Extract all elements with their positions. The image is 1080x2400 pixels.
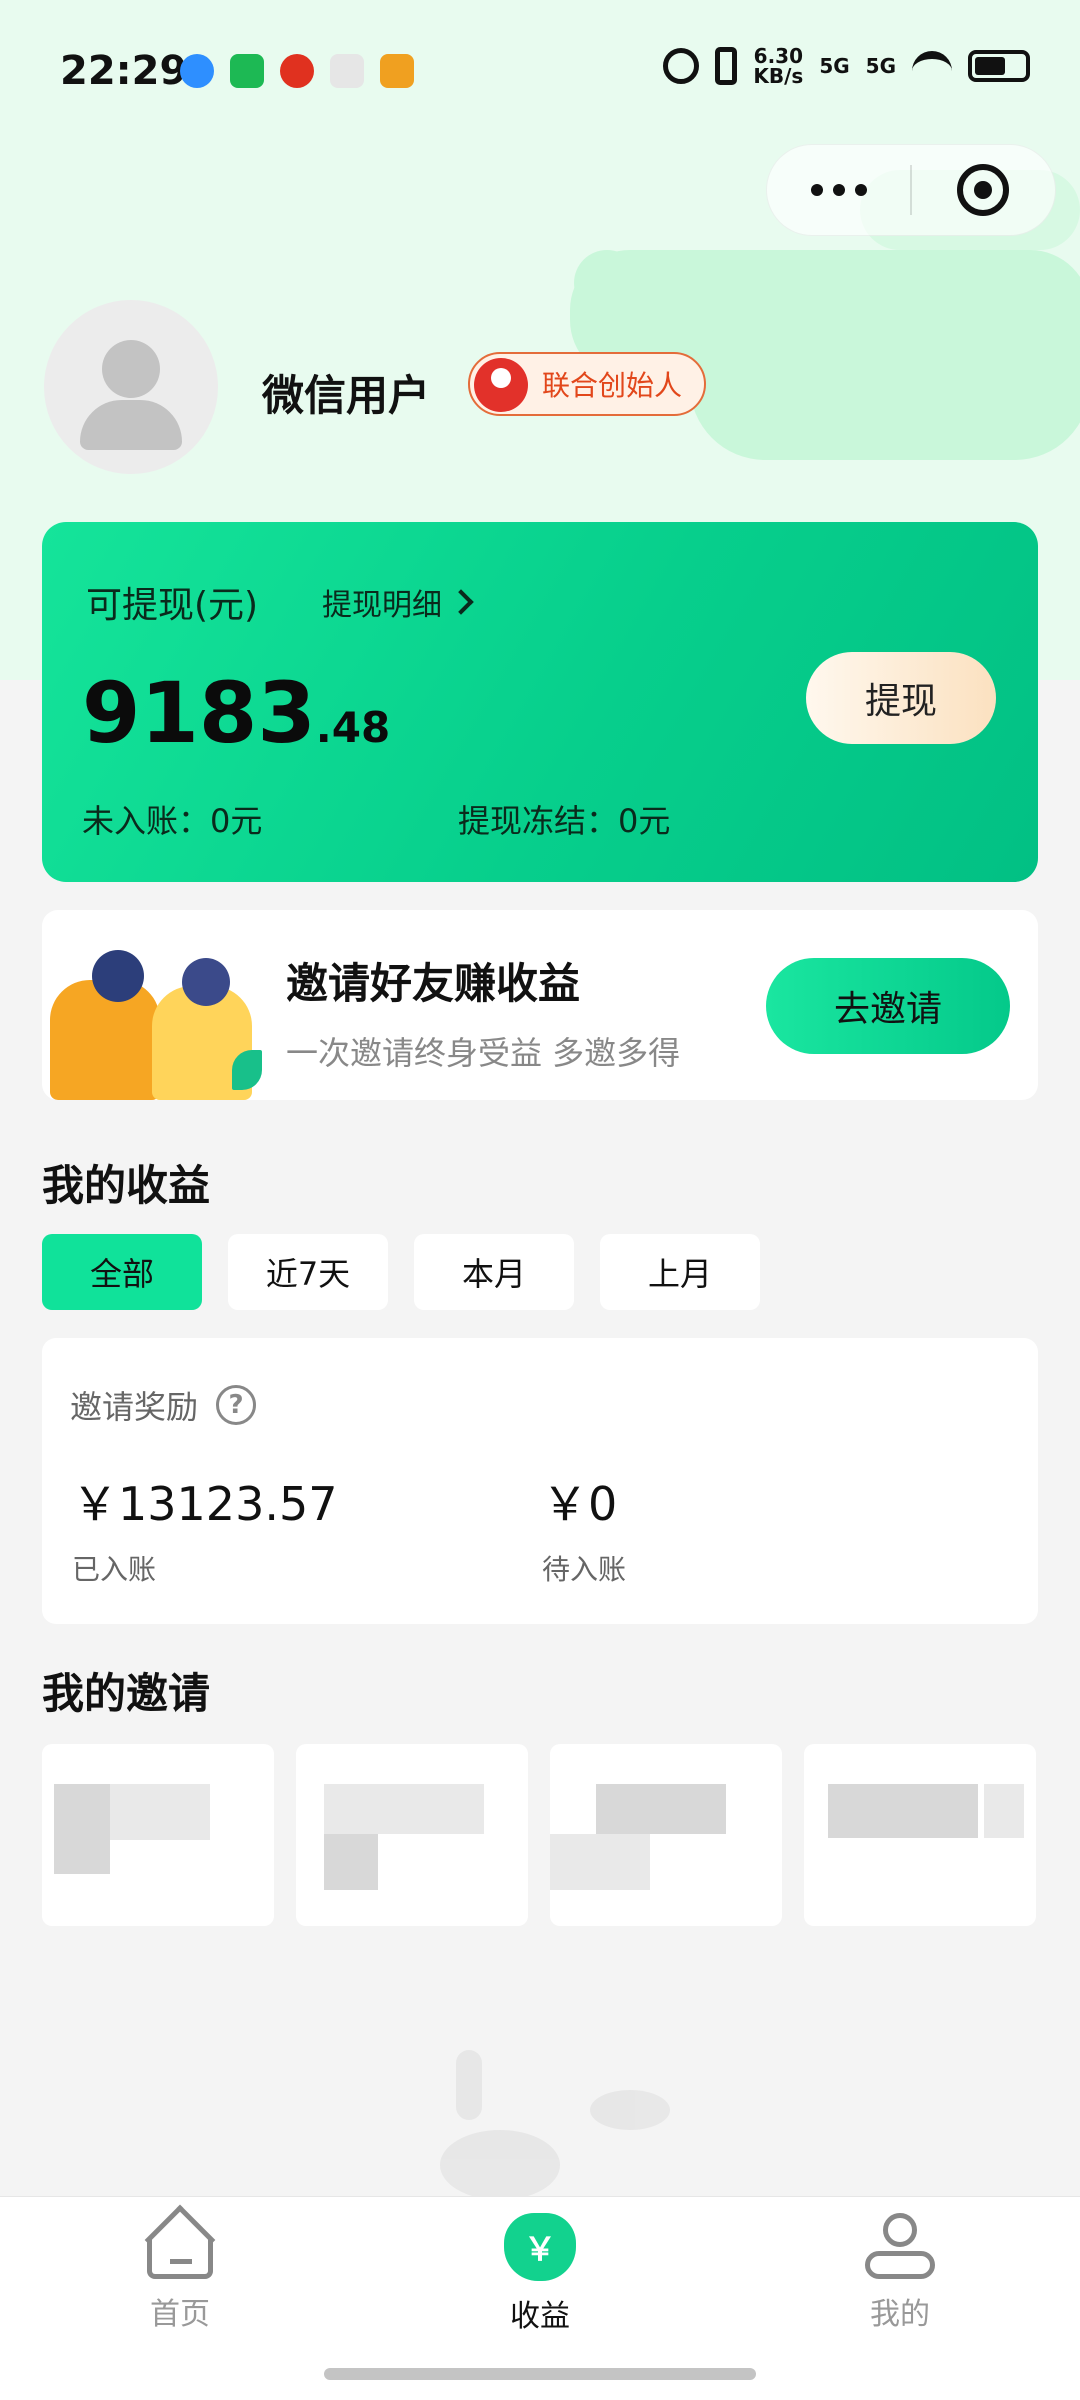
pending-amount: ￥0 <box>542 1477 618 1531</box>
nav-mine[interactable]: 我的 <box>800 2213 1000 2333</box>
app-red-icon <box>280 54 314 88</box>
nav-earnings[interactable]: ￥ 收益 <box>440 2213 640 2335</box>
invite-reward-label: 邀请奖励 <box>70 1388 199 1426</box>
balance-card: 可提现(元) 提现明细 9183.48 提现 未入账：0元 提现冻结：0元 <box>42 522 1038 882</box>
invite-title: 邀请好友赚收益 <box>286 959 581 1008</box>
invite-subtitle: 一次邀请终身受益 多邀多得 <box>286 1034 681 1072</box>
avatar-body <box>80 400 182 450</box>
withdrawable-label: 可提现(元) <box>86 585 259 626</box>
alarm-icon <box>663 48 700 84</box>
frozen-withdrawal: 提现冻结：0元 <box>458 802 671 840</box>
withdrawable-amount: 9183.48 <box>82 664 390 762</box>
invites-section-title: 我的邀请 <box>42 1669 211 1718</box>
nav-home[interactable]: 首页 <box>80 2204 280 2333</box>
tab-last-7-days[interactable]: 近7天 <box>228 1234 388 1310</box>
app-58-icon <box>380 54 414 88</box>
tab-last-month[interactable]: 上月 <box>600 1234 760 1310</box>
invite-reward-card: 邀请奖励 ? ￥13123.57 已入账 ￥0 待入账 <box>42 1338 1038 1624</box>
avatar[interactable] <box>44 300 218 474</box>
vibrate-icon <box>715 47 738 85</box>
invite-banner[interactable]: 邀请好友赚收益 一次邀请终身受益 多邀多得 去邀请 <box>42 910 1038 1100</box>
earnings-filter-tabs: 全部 近7天 本月 上月 <box>42 1234 760 1310</box>
decor-blob <box>574 250 640 316</box>
net-speed: 6.30 KB/s <box>753 46 803 86</box>
wechat-icon <box>230 54 264 88</box>
invite-item[interactable] <box>42 1744 274 1926</box>
home-indicator[interactable] <box>324 2368 756 2380</box>
status-bar: 22:29 6.30 KB/s 5G 5G <box>0 0 1080 140</box>
tab-this-month[interactable]: 本月 <box>414 1234 574 1310</box>
go-invite-button[interactable]: 去邀请 <box>766 958 1010 1054</box>
net-speed-unit: KB/s <box>753 64 804 88</box>
decor-blob <box>690 310 1080 460</box>
amount-decimal: .48 <box>315 703 391 752</box>
invite-illustration <box>42 910 268 1100</box>
founder-badge-icon <box>474 358 528 412</box>
pending-credit: 未入账：0元 <box>82 802 263 840</box>
help-icon[interactable]: ? <box>216 1385 257 1425</box>
withdraw-detail-label: 提现明细 <box>322 588 442 623</box>
invite-reward-title: 邀请奖励 ? <box>70 1382 257 1428</box>
credited-label: 已入账 <box>72 1553 157 1586</box>
nav-earnings-label: 收益 <box>510 2299 570 2334</box>
app-gray-icon <box>330 54 364 88</box>
invite-item[interactable] <box>550 1744 782 1926</box>
home-icon <box>143 2204 217 2279</box>
more-menu-icon[interactable] <box>767 184 910 196</box>
wifi-icon <box>912 51 952 81</box>
amount-integer: 9183 <box>82 664 316 762</box>
net-speed-value: 6.30 <box>753 44 804 68</box>
credited-amount: ￥13123.57 <box>72 1477 338 1531</box>
earnings-section-title: 我的收益 <box>42 1161 211 1210</box>
sim1-label: 5G <box>819 54 850 78</box>
pending-label: 待入账 <box>542 1553 627 1586</box>
withdraw-button[interactable]: 提现 <box>806 652 996 744</box>
money-bag-icon: ￥ <box>504 2213 576 2281</box>
sim1-signal-icon: 5G <box>819 56 849 76</box>
founder-badge: 联合创始人 <box>468 352 707 416</box>
nav-home-label: 首页 <box>150 2297 210 2332</box>
battery-icon <box>968 50 1030 82</box>
invite-item[interactable] <box>804 1744 1036 1926</box>
nav-mine-label: 我的 <box>870 2297 930 2332</box>
withdraw-detail-link[interactable]: 提现明细 <box>322 580 474 624</box>
miniprogram-capsule <box>766 144 1056 236</box>
avatar-head <box>102 340 160 398</box>
invite-item[interactable] <box>296 1744 528 1926</box>
close-miniprogram-icon[interactable] <box>912 164 1055 216</box>
notification-icons <box>180 54 414 88</box>
qq-icon <box>180 54 214 88</box>
tab-all[interactable]: 全部 <box>42 1234 202 1310</box>
sim2-label: 5G <box>865 54 896 78</box>
system-icons: 6.30 KB/s 5G 5G <box>663 46 1030 86</box>
earnings-page: 22:29 6.30 KB/s 5G 5G 微信用户 联合创始人 可提现(元) … <box>0 0 1080 2400</box>
status-time: 22:29 <box>60 48 188 94</box>
founder-badge-label: 联合创始人 <box>542 369 683 402</box>
empty-state-illustration <box>410 2050 710 2200</box>
username: 微信用户 <box>262 371 431 420</box>
user-icon <box>863 2213 937 2279</box>
chevron-right-icon <box>448 589 474 615</box>
sim2-signal-icon: 5G <box>866 56 896 76</box>
